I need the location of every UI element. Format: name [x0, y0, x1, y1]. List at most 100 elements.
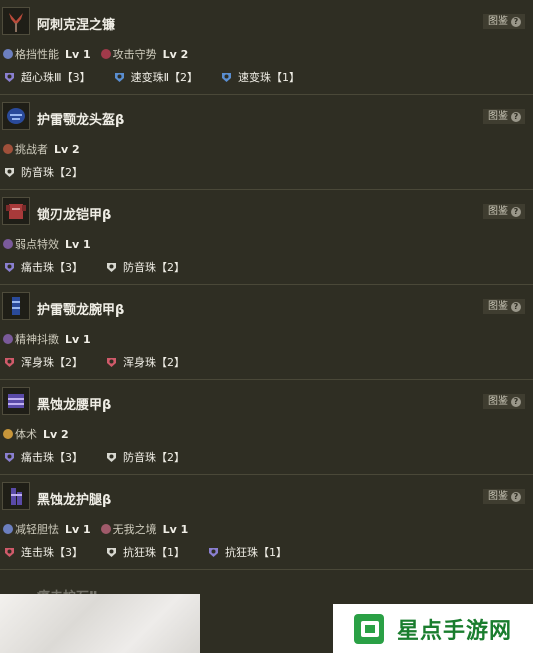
jewel-purple-icon — [3, 71, 16, 84]
jewel-name: 抗狂珠【1】 — [123, 546, 185, 559]
skill-list: 格挡性能 Lv 1 攻击守势 Lv 2 — [3, 47, 188, 61]
jewel-name: 速变珠【1】 — [238, 71, 301, 84]
skill-name: 无我之境 — [112, 523, 157, 536]
jewel-name: 抗狂珠【1】 — [225, 546, 287, 559]
jewel-name: 速变珠Ⅱ【2】 — [130, 71, 199, 84]
equipment-header: 护雷颚龙头盔β 图鉴? — [0, 95, 533, 141]
equipment-item: 护雷颚龙头盔β 图鉴? 挑战者 Lv 2 防音珠【2】 — [0, 95, 533, 190]
jewel-name: 连击珠【3】 — [21, 546, 83, 559]
equipment-item: 黑蚀龙腰甲β 图鉴? 体术 Lv 2 痛击珠【3】 防音珠【2】 — [0, 380, 533, 475]
help-icon[interactable]: ? — [511, 111, 521, 122]
skill-icon — [3, 524, 13, 534]
equipment-item: 锁刃龙铠甲β 图鉴? 弱点特效 Lv 1 痛击珠【3】 防音珠【2】 — [0, 190, 533, 285]
skill: 无我之境 Lv 1 — [100, 522, 189, 536]
jewel-blue-icon — [113, 71, 126, 84]
skill-level: Lv 1 — [65, 47, 91, 61]
jewel-name: 痛击珠【3】 — [21, 451, 83, 464]
skill-level: Lv 1 — [65, 332, 91, 346]
watermark-logo-icon — [354, 613, 384, 644]
jewel-purple-icon — [3, 261, 16, 274]
equipment-header: 护雷颚龙腕甲β 图鉴? — [0, 285, 533, 331]
skill-list: 弱点特效 Lv 1 — [3, 237, 91, 251]
jewel-name: 超心珠Ⅲ【3】 — [21, 71, 91, 84]
jewel-red-icon — [3, 546, 16, 559]
equipment-name: 黑蚀龙护腿β — [37, 493, 112, 508]
jewel-list: 痛击珠【3】 防音珠【2】 — [3, 449, 207, 465]
helmet-icon — [2, 102, 30, 130]
skill-icon — [3, 239, 13, 249]
jewel-slot: 防音珠【2】 — [3, 164, 83, 180]
guide-button[interactable]: 图鉴? — [483, 204, 525, 219]
equipment-item: 阿刺克涅之镰 图鉴? 格挡性能 Lv 1 攻击守势 Lv 2 超心珠Ⅲ【3】 速变珠Ⅱ【2】 速… — [0, 0, 533, 95]
jewel-purple-icon — [3, 451, 16, 464]
jewel-slot: 速变珠Ⅱ【2】 — [113, 69, 198, 85]
jewel-name: 防音珠【2】 — [21, 166, 83, 179]
skill: 精神抖擞 Lv 1 — [3, 332, 91, 346]
jewel-list: 连击珠【3】 抗狂珠【1】 抗狂珠【1】 — [3, 544, 309, 560]
skill-icon — [3, 144, 13, 154]
help-icon[interactable]: ? — [511, 16, 521, 27]
skill-icon — [100, 49, 111, 59]
equipment-header: 黑蚀龙腰甲β 图鉴? — [0, 380, 533, 426]
jewel-slot: 速变珠【1】 — [220, 69, 300, 85]
jewel-list: 浑身珠【2】 浑身珠【2】 — [3, 354, 207, 370]
skill-icon — [100, 524, 111, 534]
equipment-item: 黑蚀龙护腿β 图鉴? 减轻胆怯 Lv 1 无我之境 Lv 1 连击珠【3】 抗狂珠【1】 抗狂珠… — [0, 475, 533, 570]
skill-level: Lv 1 — [162, 522, 189, 536]
skill: 减轻胆怯 Lv 1 — [3, 522, 91, 536]
help-icon[interactable]: ? — [511, 301, 521, 312]
jewel-list: 痛击珠【3】 防音珠【2】 — [3, 259, 207, 275]
equipment-header: 黑蚀龙护腿β 图鉴? — [0, 475, 533, 521]
equipment-header: 锁刃龙铠甲β 图鉴? — [0, 190, 533, 236]
chest-armor-icon — [2, 197, 30, 225]
jewel-name: 痛击珠【3】 — [21, 261, 83, 274]
guide-button[interactable]: 图鉴? — [483, 14, 525, 29]
skill-list: 挑战者 Lv 2 — [3, 142, 80, 156]
skill-level: Lv 1 — [65, 237, 91, 251]
skill: 格挡性能 Lv 1 — [3, 47, 91, 61]
jewel-slot: 浑身珠【2】 — [105, 354, 185, 370]
jewel-white-icon — [105, 546, 118, 559]
jewel-name: 防音珠【2】 — [123, 451, 185, 464]
watermark-text: 星点手游网 — [397, 618, 513, 644]
jewel-white-icon — [3, 166, 16, 179]
equipment-header: 阿刺克涅之镰 图鉴? — [0, 0, 533, 46]
skill-level: Lv 1 — [65, 522, 91, 536]
jewel-list: 超心珠Ⅲ【3】 速变珠Ⅱ【2】 速变珠【1】 — [3, 69, 322, 85]
skill: 弱点特效 Lv 1 — [3, 237, 91, 251]
jewel-slot: 痛击珠【3】 — [3, 259, 83, 275]
jewel-slot: 超心珠Ⅲ【3】 — [3, 69, 91, 85]
skill-name: 攻击守势 — [112, 48, 157, 61]
jewel-slot: 防音珠【2】 — [105, 449, 185, 465]
waist-armor-icon — [2, 387, 30, 415]
help-icon[interactable]: ? — [511, 396, 521, 407]
skill-list: 精神抖擞 Lv 1 — [3, 332, 91, 346]
skill-level: Lv 2 — [162, 47, 189, 61]
guide-button[interactable]: 图鉴? — [483, 299, 525, 314]
skill-icon — [3, 429, 13, 439]
equipment-name: 护雷颚龙头盔β — [37, 113, 125, 128]
help-icon[interactable]: ? — [511, 206, 521, 217]
equipment-name: 阿刺克涅之镰 — [37, 18, 116, 33]
help-icon[interactable]: ? — [511, 491, 521, 502]
jewel-white-icon — [105, 261, 118, 274]
skill-name: 挑战者 — [15, 143, 48, 156]
jewel-slot: 抗狂珠【1】 — [207, 544, 287, 560]
guide-label: 图鉴 — [488, 16, 508, 27]
jewel-red-icon — [3, 356, 16, 369]
watermark-logo-area: 星点手游网 — [333, 604, 533, 653]
guide-button[interactable]: 图鉴? — [483, 394, 525, 409]
jewel-slot: 浑身珠【2】 — [3, 354, 83, 370]
guide-button[interactable]: 图鉴? — [483, 109, 525, 124]
weapon-sickle-icon — [2, 7, 30, 35]
arm-armor-icon — [2, 292, 30, 320]
skill-name: 格挡性能 — [15, 48, 59, 61]
jewel-list: 防音珠【2】 — [3, 164, 105, 180]
equipment-name: 黑蚀龙腰甲β — [37, 398, 112, 413]
skill-name: 体术 — [15, 428, 37, 441]
guide-button[interactable]: 图鉴? — [483, 489, 525, 504]
jewel-slot: 抗狂珠【1】 — [105, 544, 185, 560]
jewel-purple-icon — [207, 546, 220, 559]
jewel-slot: 连击珠【3】 — [3, 544, 83, 560]
jewel-name: 浑身珠【2】 — [21, 356, 83, 369]
